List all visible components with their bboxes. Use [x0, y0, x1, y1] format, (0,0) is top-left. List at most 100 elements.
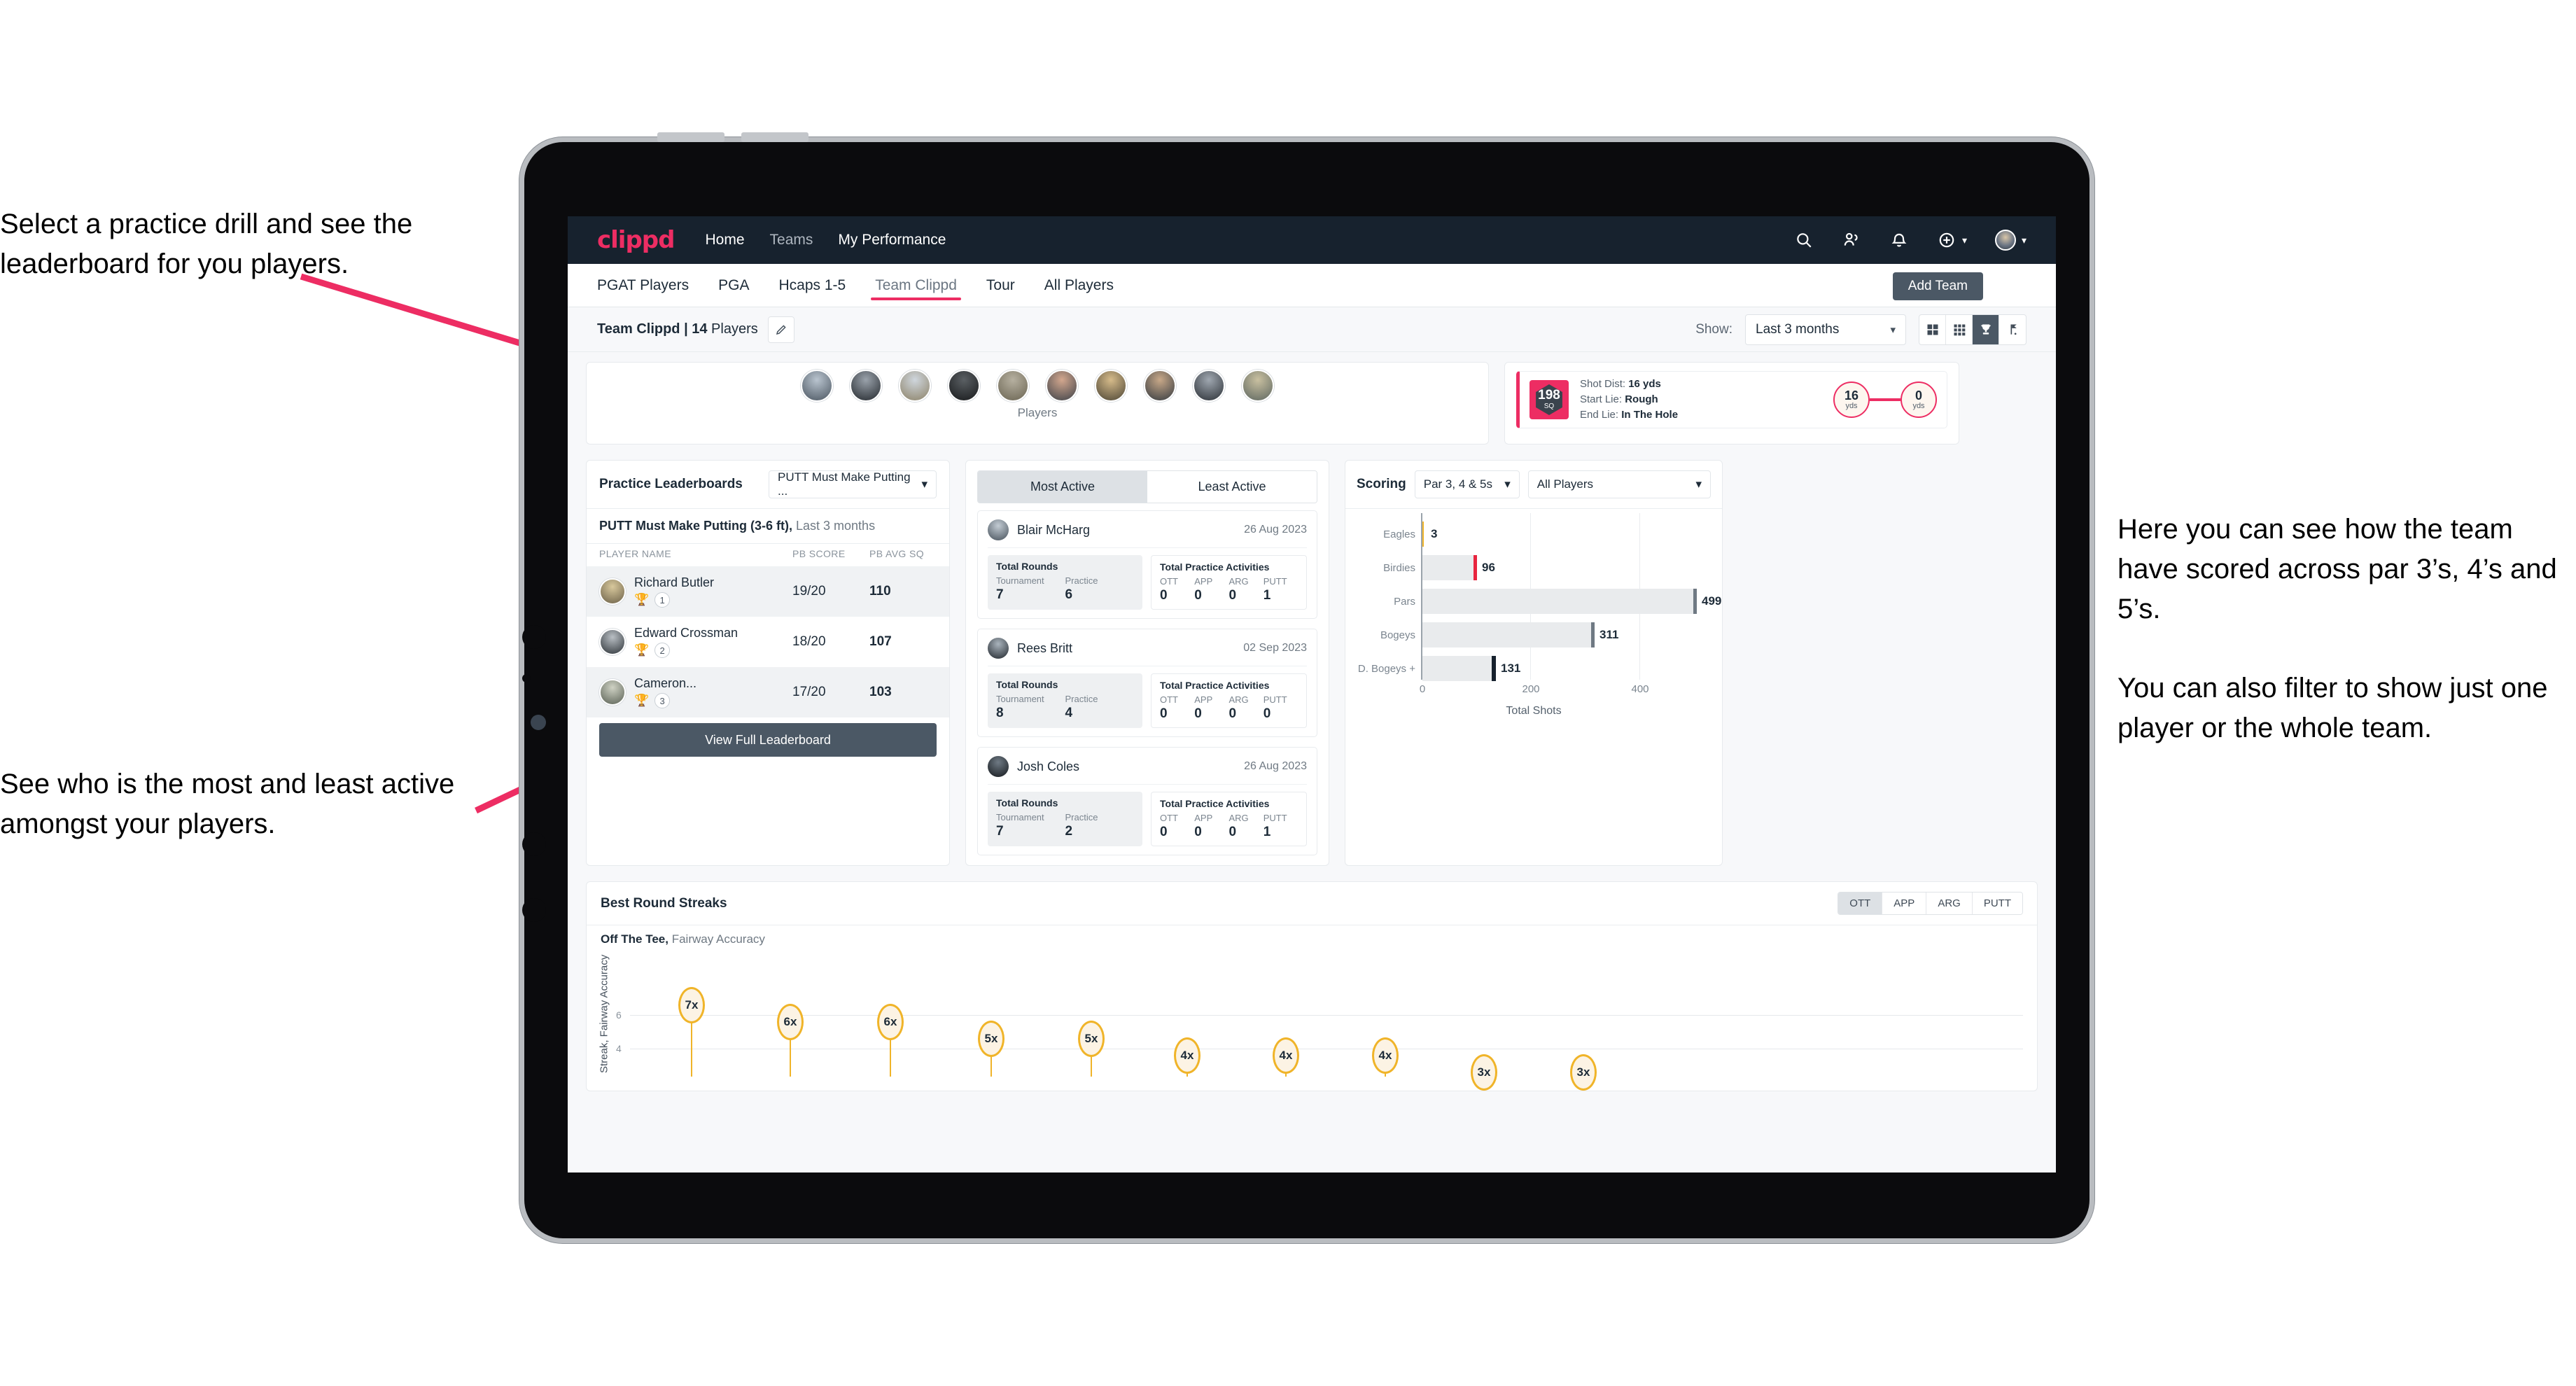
- camera-icon: [531, 715, 546, 730]
- bar-cap: [1474, 555, 1477, 580]
- list-item[interactable]: Josh Coles 26 Aug 2023 Total Rounds Tour…: [977, 747, 1317, 855]
- player-avatar[interactable]: [1144, 370, 1176, 402]
- shot-quality-badge: 198 SQ: [1530, 380, 1569, 419]
- team-tabs: PGAT Players PGA Hcaps 1-5 Team Clippd T…: [568, 264, 2056, 307]
- app-stat: APP 0: [1194, 694, 1213, 721]
- grid-4-icon: [1927, 324, 1938, 335]
- par-filter-select[interactable]: Par 3, 4 & 5s ▾: [1414, 470, 1520, 498]
- bar-value: 499: [1702, 594, 1722, 608]
- tab-tour[interactable]: Tour: [986, 264, 1015, 307]
- view-grid-4-button[interactable]: [1919, 314, 1946, 344]
- practice-stat: Practice 6: [1065, 575, 1098, 602]
- player-badges: 🏆 3: [634, 693, 792, 708]
- streak-marker[interactable]: 4x: [1174, 1037, 1200, 1074]
- avatar[interactable]: [1994, 230, 2016, 251]
- rank-badge: 1: [654, 592, 671, 608]
- player-avatar[interactable]: [1193, 370, 1225, 402]
- date-range-select[interactable]: Last 3 months ▾: [1745, 314, 1906, 345]
- segment-app[interactable]: APP: [1882, 892, 1927, 914]
- bell-icon[interactable]: [1889, 230, 1909, 250]
- nav-teams[interactable]: Teams: [770, 232, 813, 248]
- stem: [691, 1015, 692, 1077]
- profile-menu[interactable]: ▾: [1994, 230, 2026, 251]
- table-row[interactable]: Edward Crossman 🏆 2 18/20 107: [587, 617, 949, 667]
- table-row[interactable]: Richard Butler 🏆 1 19/20 110: [587, 566, 949, 617]
- streak-marker[interactable]: 4x: [1372, 1037, 1399, 1074]
- activity-card-body: Total Rounds Tournament 7 Practice 6 Total…: [988, 555, 1307, 610]
- streak-marker[interactable]: 3x: [1471, 1054, 1497, 1091]
- player-badges: 🏆 1: [634, 592, 792, 608]
- tab-all-players[interactable]: All Players: [1044, 264, 1114, 307]
- tab-hcaps-1-5[interactable]: Hcaps 1-5: [778, 264, 846, 307]
- streak-marker[interactable]: 6x: [777, 1004, 804, 1040]
- streak-marker[interactable]: 3x: [1570, 1054, 1597, 1091]
- view-golf-flag-button[interactable]: [1999, 315, 2026, 344]
- streak-marker[interactable]: 5x: [1078, 1021, 1105, 1057]
- streak-marker[interactable]: 5x: [978, 1021, 1004, 1057]
- bar-cap: [1693, 589, 1697, 614]
- streaks-lollipop-chart: Streak, Fairway Accuracy 6 4 7x 6x 6x 5x: [598, 951, 2023, 1091]
- ott-stat: OTT 0: [1160, 694, 1178, 721]
- add-team-button[interactable]: Add Team: [1892, 272, 1983, 300]
- app-stat: APP 0: [1194, 576, 1213, 603]
- tablet-device-frame: clippd Home Teams My Performance ▾ ▾ PGA…: [519, 132, 2094, 1243]
- segment-putt[interactable]: PUTT: [1972, 892, 2022, 914]
- streak-marker[interactable]: 4x: [1273, 1037, 1299, 1074]
- view-trophy-button[interactable]: [1973, 314, 1999, 344]
- golf-flag-icon: [2010, 324, 2017, 335]
- tab-least-active[interactable]: Least Active: [1147, 471, 1317, 503]
- date-range-value: Last 3 months: [1756, 321, 1840, 337]
- activity-card-header: Josh Coles 26 Aug 2023: [988, 756, 1307, 777]
- tab-pgat-players[interactable]: PGAT Players: [597, 264, 689, 307]
- drill-select[interactable]: PUTT Must Make Putting ... ▾: [769, 470, 937, 498]
- player-avatar[interactable]: [1095, 370, 1127, 402]
- streak-marker[interactable]: 6x: [877, 1004, 904, 1040]
- add-menu[interactable]: ▾: [1937, 230, 1967, 250]
- show-label: Show:: [1695, 321, 1732, 337]
- view-grid-9-button[interactable]: [1946, 314, 1973, 344]
- player-avatar[interactable]: [850, 370, 882, 402]
- app-stat: APP 0: [1194, 813, 1213, 839]
- edit-team-button[interactable]: [767, 316, 794, 343]
- player-avatar[interactable]: [1242, 370, 1274, 402]
- avatar: [599, 578, 626, 605]
- chevron-down-icon: ▾: [2021, 234, 2026, 246]
- distance-connector: [1870, 398, 1900, 401]
- clippd-logo[interactable]: clippd: [597, 226, 675, 254]
- player-avatar[interactable]: [801, 370, 833, 402]
- tab-most-active[interactable]: Most Active: [978, 471, 1147, 503]
- divider: [1345, 508, 1722, 509]
- player-avatar-list: [605, 363, 1470, 402]
- table-row[interactable]: Cameron... 🏆 3 17/20 103: [587, 667, 949, 718]
- streaks-header: Best Round Streaks OTT APP ARG PUTT: [587, 882, 2037, 925]
- streak-marker[interactable]: 7x: [678, 987, 705, 1023]
- player-cell: Cameron... 🏆 3: [634, 676, 792, 708]
- list-item[interactable]: Blair McHarg 26 Aug 2023 Total Rounds To…: [977, 510, 1317, 619]
- plus-circle-icon[interactable]: [1937, 230, 1956, 250]
- streaks-title: Best Round Streaks: [601, 895, 727, 911]
- tab-pga[interactable]: PGA: [718, 264, 749, 307]
- list-item[interactable]: Rees Britt 02 Sep 2023 Total Rounds Tour…: [977, 629, 1317, 737]
- player-filter-select[interactable]: All Players ▾: [1527, 470, 1711, 498]
- nav-my-performance[interactable]: My Performance: [838, 232, 946, 248]
- player-avatar[interactable]: [997, 370, 1029, 402]
- view-full-leaderboard-button[interactable]: View Full Leaderboard: [599, 723, 937, 757]
- segment-ott[interactable]: OTT: [1838, 892, 1883, 914]
- team-title-bold: Team Clippd | 14: [597, 321, 708, 337]
- player-avatar[interactable]: [1046, 370, 1078, 402]
- bar-double-bogeys: D. Bogeys + 131: [1358, 656, 1520, 681]
- volume-button-up: [657, 132, 724, 142]
- player-avatar[interactable]: [899, 370, 931, 402]
- people-icon[interactable]: [1842, 230, 1861, 250]
- search-icon[interactable]: [1794, 230, 1814, 250]
- nav-home[interactable]: Home: [705, 232, 744, 248]
- total-rounds-block: Total Rounds Tournament 7 Practice 6: [988, 555, 1142, 610]
- putt-stat: PUTT 1: [1263, 813, 1287, 839]
- tab-team-clippd[interactable]: Team Clippd: [871, 264, 961, 307]
- player-avatar[interactable]: [948, 370, 980, 402]
- grid-9-icon: [1954, 324, 1965, 335]
- segment-arg[interactable]: ARG: [1926, 892, 1973, 914]
- streaks-subtitle: Off The Tee, Fairway Accuracy: [601, 932, 765, 946]
- player-name: Richard Butler: [634, 575, 715, 589]
- total-practice-block: Total Practice Activities OTT 0 APP 0 ARG 0…: [1151, 792, 1307, 846]
